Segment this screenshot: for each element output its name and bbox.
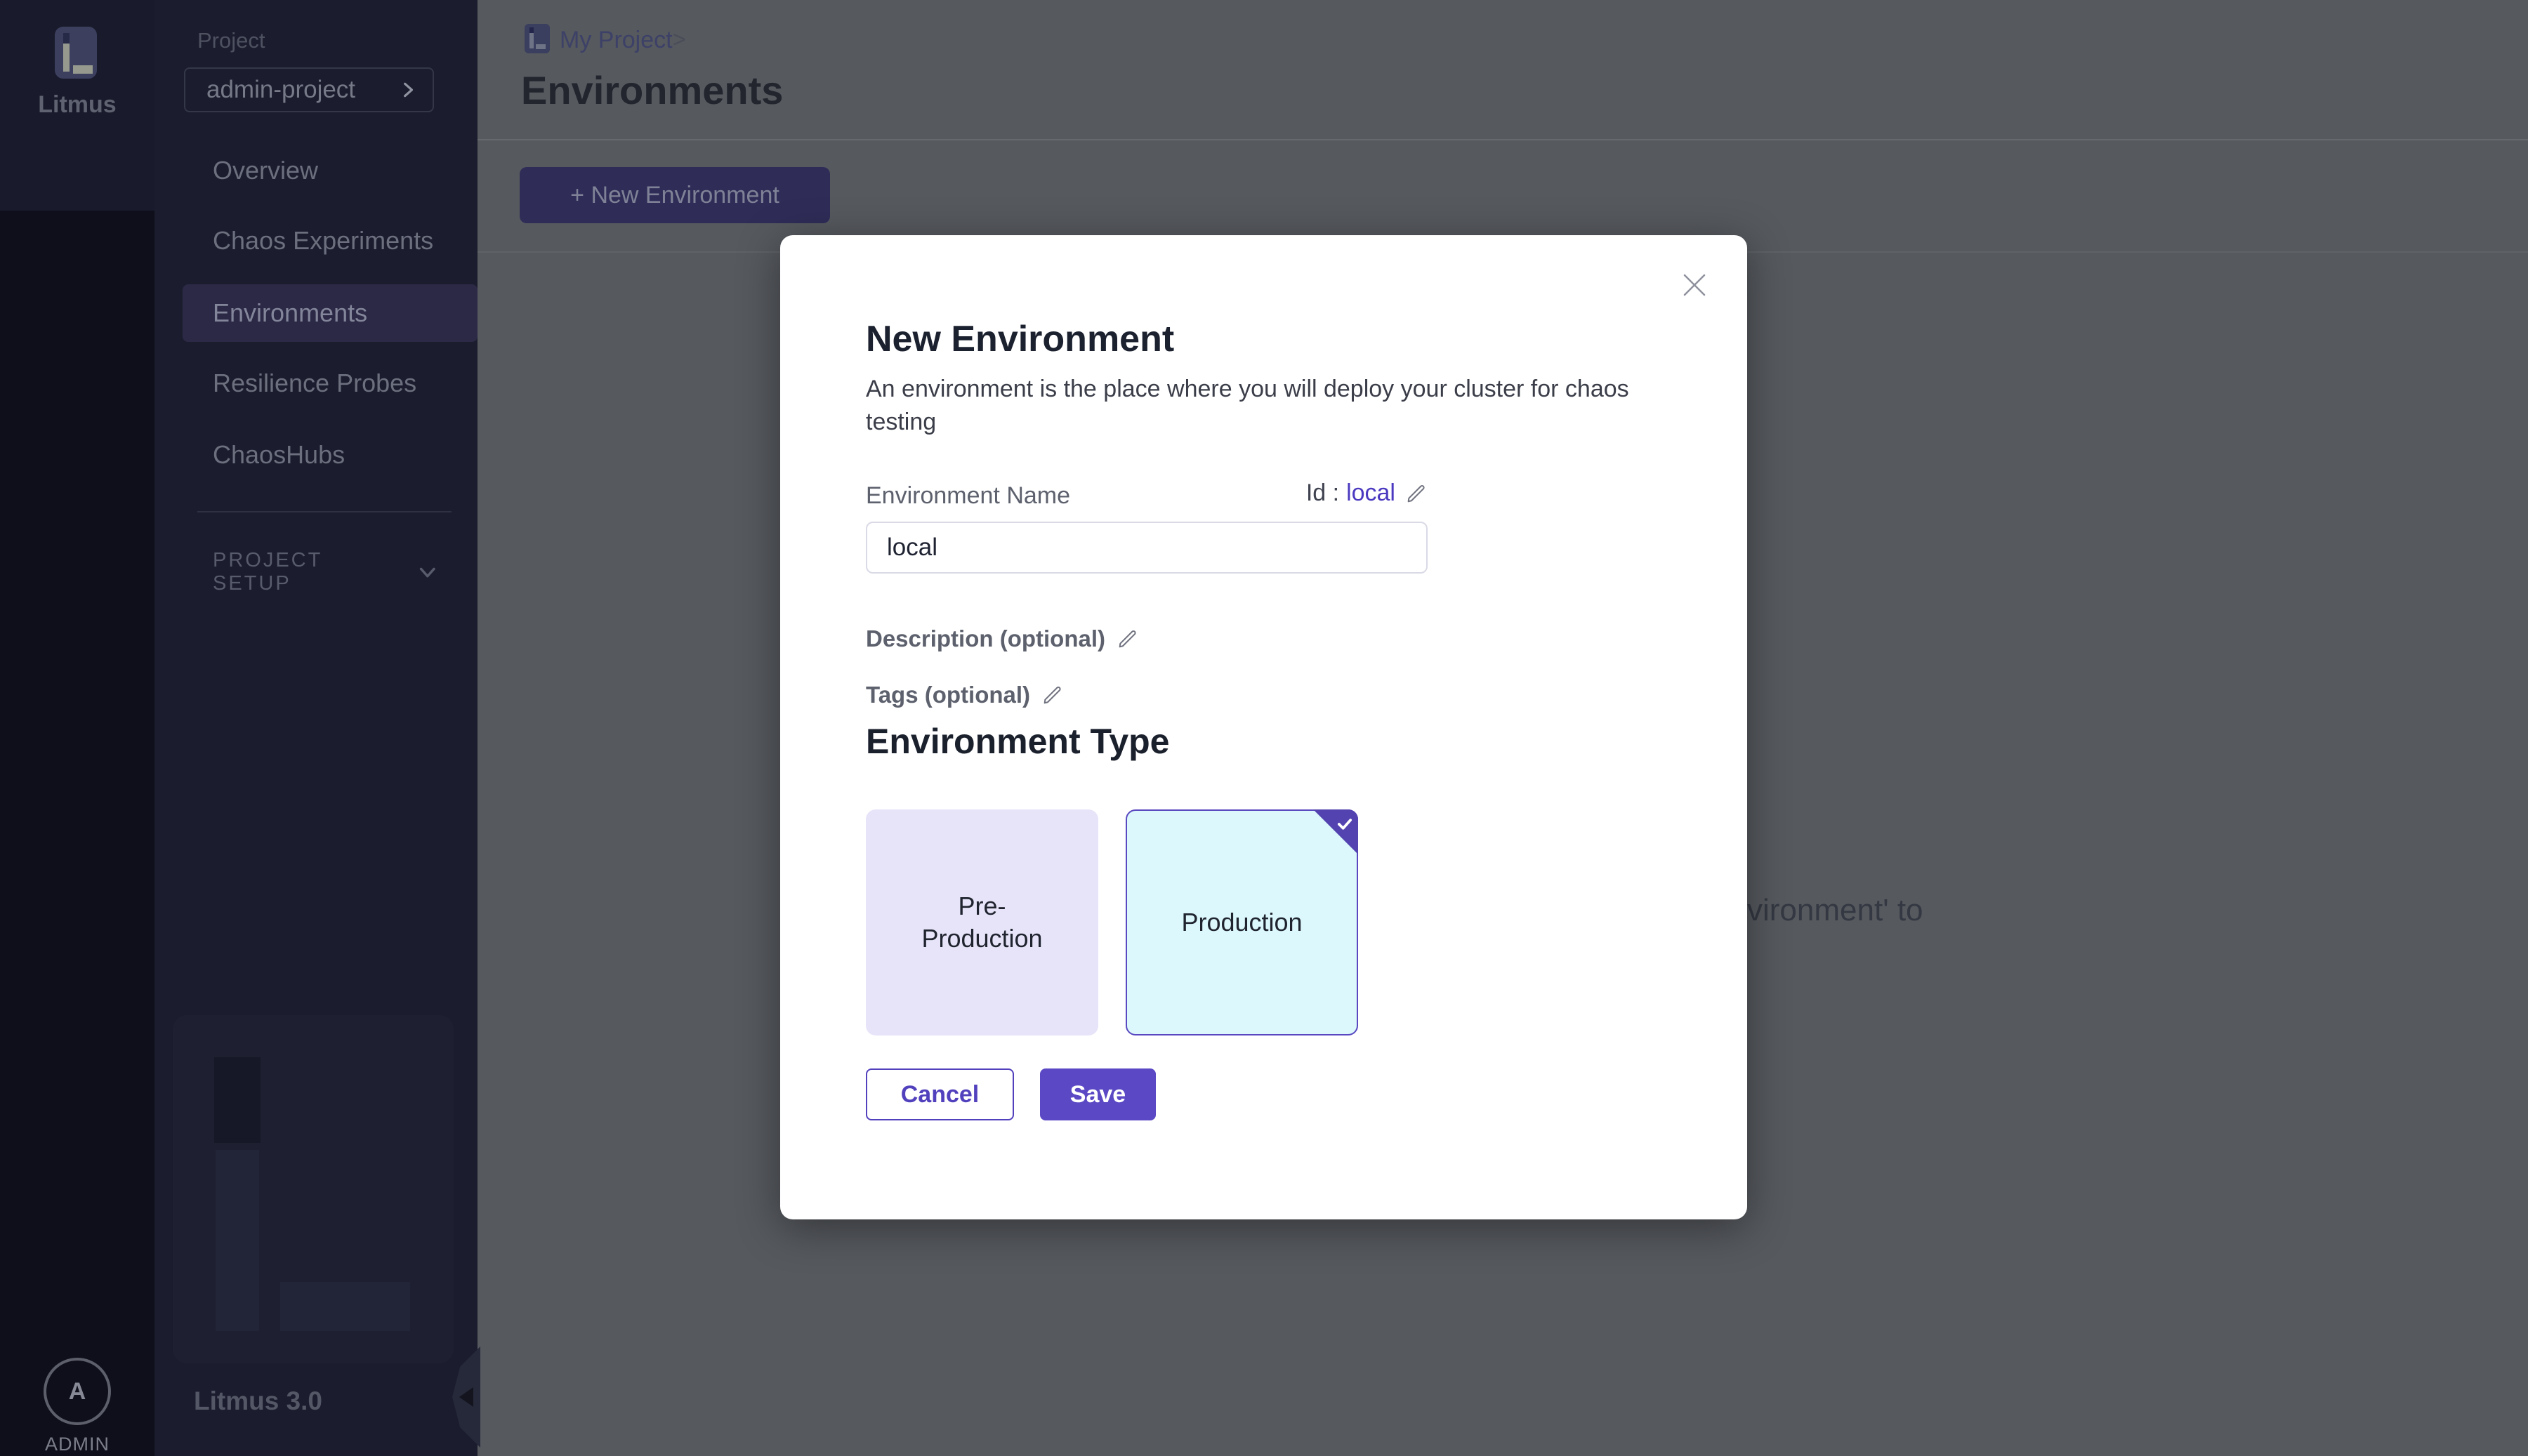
tags-optional-label: Tags (optional) xyxy=(866,682,1030,708)
environment-type-heading: Environment Type xyxy=(866,721,1169,762)
edit-description-icon[interactable] xyxy=(1117,628,1139,650)
edit-tags-icon[interactable] xyxy=(1041,684,1064,706)
skeleton-block xyxy=(216,1150,259,1331)
modal-description: An environment is the place where you wi… xyxy=(866,373,1645,439)
environment-id-group: Id : local xyxy=(1217,479,1428,507)
sidebar-collapse-handle[interactable] xyxy=(452,1346,480,1448)
sidebar-item-overview[interactable]: Overview xyxy=(183,142,478,199)
avatar-label: ADMIN xyxy=(0,1434,154,1455)
id-label: Id : xyxy=(1306,479,1339,507)
chevron-down-icon xyxy=(418,562,437,583)
sidebar-item-chaoshubs[interactable]: ChaosHubs xyxy=(183,426,478,484)
sidebar-item-resilience-probes[interactable]: Resilience Probes xyxy=(183,355,478,412)
skeleton-block xyxy=(280,1282,410,1331)
logo-vbar xyxy=(63,44,70,72)
new-environment-button[interactable]: + New Environment xyxy=(520,167,830,223)
sidebar-item-environments[interactable]: Environments xyxy=(183,284,478,342)
sidebar-nav: Project admin-project Overview Chaos Exp… xyxy=(154,0,478,1456)
brand-label: Litmus xyxy=(0,91,154,119)
id-value: local xyxy=(1346,479,1395,507)
type-card-production[interactable]: Production xyxy=(1126,809,1358,1035)
project-setup-section[interactable]: PROJECT SETUP xyxy=(213,549,437,595)
project-select-value: admin-project xyxy=(206,76,399,104)
new-environment-modal: New Environment An environment is the pl… xyxy=(780,235,1747,1219)
chevron-right-icon xyxy=(399,81,417,99)
skeleton-block xyxy=(214,1057,261,1143)
breadcrumb-logo-icon xyxy=(525,24,550,53)
project-setup-label: PROJECT SETUP xyxy=(213,549,393,595)
empty-state-text: vironment' to xyxy=(1747,893,1923,928)
tags-optional-row: Tags (optional) xyxy=(866,682,1064,708)
sidebar-item-chaos-experiments[interactable]: Chaos Experiments xyxy=(183,212,478,270)
modal-title: New Environment xyxy=(866,318,1174,360)
environment-name-label: Environment Name xyxy=(866,482,1070,510)
litmus-logo-icon[interactable] xyxy=(55,27,97,79)
project-select[interactable]: admin-project xyxy=(184,67,434,112)
breadcrumb[interactable]: My Project xyxy=(560,27,673,54)
project-label: Project xyxy=(197,28,265,53)
save-button[interactable]: Save xyxy=(1040,1068,1156,1120)
description-optional-label: Description (optional) xyxy=(866,626,1105,652)
avatar[interactable]: A xyxy=(44,1358,111,1425)
breadcrumb-chevron: > xyxy=(673,27,686,53)
version-label: Litmus 3.0 xyxy=(194,1386,322,1416)
check-icon xyxy=(1335,814,1355,834)
sidebar-rail: Litmus A ADMIN xyxy=(0,0,154,1456)
page-title: Environments xyxy=(521,67,783,113)
collapse-arrow-icon xyxy=(459,1387,473,1407)
selected-corner xyxy=(1295,809,1358,873)
type-card-pre-production[interactable]: Pre-Production xyxy=(866,809,1098,1035)
environment-name-input[interactable] xyxy=(866,522,1428,574)
edit-id-icon[interactable] xyxy=(1405,482,1428,505)
cancel-button[interactable]: Cancel xyxy=(866,1068,1014,1120)
sidebar-promo-card xyxy=(173,1015,454,1363)
close-icon[interactable] xyxy=(1679,270,1710,300)
description-optional-row: Description (optional) xyxy=(866,626,1139,652)
header-divider xyxy=(478,139,2528,140)
sidebar-divider xyxy=(197,511,452,512)
logo-hbar xyxy=(73,65,93,74)
logo-notch xyxy=(63,33,70,44)
